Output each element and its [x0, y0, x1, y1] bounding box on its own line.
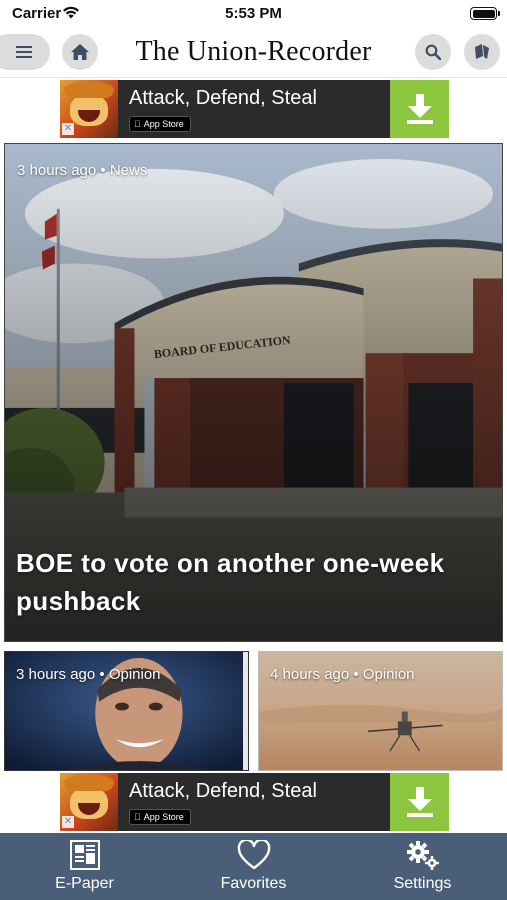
tab-e-paper[interactable]: E-Paper [0, 833, 169, 900]
app-store-label: App Store [137, 812, 184, 822]
ad-banner-bottom[interactable]: ✕ Attack, Defend, Steal  App Store [60, 773, 449, 831]
ad-title: Attack, Defend, Steal [129, 87, 317, 109]
newspaper-icon [69, 840, 100, 870]
app-store-badge:  App Store [129, 116, 191, 132]
battery-icon [470, 7, 500, 20]
tab-settings-label: Settings [393, 875, 452, 892]
apple-icon:  [134, 117, 141, 131]
tab-favorites[interactable]: Favorites [169, 833, 338, 900]
story-card[interactable]: 3 hours ago • Opinion [4, 651, 249, 771]
apple-icon:  [134, 810, 141, 824]
menu-icon [16, 46, 32, 58]
home-button[interactable] [62, 34, 98, 70]
hero-story-card[interactable]: BOARD OF EDUCATION 3 hours ago • News BO… [4, 143, 503, 642]
menu-button[interactable] [0, 34, 50, 70]
app-header: The Union-Recorder [0, 30, 507, 78]
hero-meta: 3 hours ago • News [17, 162, 148, 179]
ad-close-icon[interactable]: ✕ [62, 123, 74, 135]
tab-favorites-label: Favorites [220, 875, 287, 892]
tab-e-paper-label: E-Paper [55, 875, 114, 892]
story-card[interactable]: 4 hours ago • Opinion [258, 651, 503, 771]
ad-close-icon[interactable]: ✕ [62, 816, 74, 828]
brand-button[interactable] [464, 34, 500, 70]
story-card-meta: 3 hours ago • Opinion [16, 666, 161, 683]
ad-title: Attack, Defend, Steal [129, 780, 317, 802]
search-icon [425, 44, 441, 60]
app-store-badge:  App Store [129, 809, 191, 825]
brand-icon [475, 44, 489, 59]
bottom-tab-bar: E-Paper Favorites Settings [0, 833, 507, 900]
hero-headline[interactable]: BOE to vote on another one-week pushback [16, 544, 490, 620]
ad-banner-top[interactable]: ✕ Attack, Defend, Steal  App Store [60, 80, 449, 138]
gears-icon [406, 841, 439, 870]
ad-download-button[interactable] [390, 773, 449, 831]
download-icon [406, 787, 433, 817]
clock: 5:53 PM [225, 5, 282, 22]
story-card-meta: 4 hours ago • Opinion [270, 666, 415, 683]
heart-icon [237, 840, 270, 870]
tab-settings[interactable]: Settings [338, 833, 507, 900]
search-button[interactable] [415, 34, 451, 70]
home-icon [71, 44, 89, 60]
masthead-title: The Union-Recorder [135, 36, 372, 67]
status-bar: Carrier 5:53 PM [0, 0, 507, 30]
app-store-label: App Store [137, 119, 184, 129]
ad-download-button[interactable] [390, 80, 449, 138]
download-icon [406, 94, 433, 124]
